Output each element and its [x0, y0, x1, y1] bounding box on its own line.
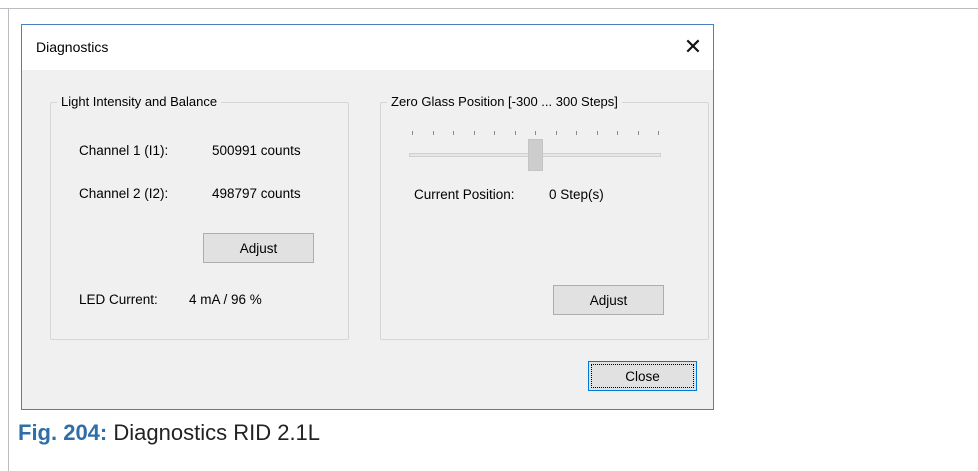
current-position-value: 0 Step(s): [549, 187, 604, 202]
adjust-zero-button[interactable]: Adjust: [553, 285, 664, 315]
slider-tick: [617, 131, 618, 135]
channel1-value: 500991 counts: [212, 143, 301, 158]
slider-tick: [432, 131, 434, 135]
led-current-label: LED Current:: [79, 292, 158, 307]
dialog-title: Diagnostics: [36, 39, 109, 55]
zero-position-slider-thumb[interactable]: [528, 139, 543, 171]
title-bar: Diagnostics ✕: [22, 25, 713, 70]
page-frame-left-line: [8, 8, 9, 471]
zero-glass-group-title: Zero Glass Position [-300 ... 300 Steps]: [387, 94, 622, 109]
adjust-intensity-button[interactable]: Adjust: [203, 233, 314, 263]
current-position-label: Current Position:: [414, 187, 515, 202]
slider-tick: [453, 131, 454, 135]
slider-tick: [535, 131, 536, 135]
figure-caption: Fig. 204: Diagnostics RID 2.1L: [18, 420, 320, 446]
close-button[interactable]: Close: [588, 361, 697, 391]
light-intensity-group-title: Light Intensity and Balance: [57, 94, 222, 109]
diagnostics-dialog: Diagnostics ✕ Light Intensity and Balanc…: [21, 24, 714, 410]
slider-tick: [658, 131, 659, 135]
slider-tick: [555, 131, 557, 135]
figure-number: Fig. 204:: [18, 420, 108, 445]
channel1-label: Channel 1 (I1):: [79, 143, 169, 158]
page-frame-top-line: [0, 8, 978, 9]
slider-tick: [576, 131, 577, 135]
slider-tick: [494, 131, 495, 135]
close-icon[interactable]: ✕: [679, 33, 707, 61]
led-current-value: 4 mA / 96 %: [189, 292, 262, 307]
slider-tick: [514, 131, 516, 135]
figure-caption-text: Diagnostics RID 2.1L: [113, 420, 321, 445]
slider-tick: [637, 131, 639, 135]
channel2-value: 498797 counts: [212, 186, 301, 201]
slider-tick: [412, 131, 413, 135]
slider-tick: [596, 131, 598, 135]
channel2-label: Channel 2 (I2):: [79, 186, 169, 201]
slider-tick: [473, 131, 475, 135]
